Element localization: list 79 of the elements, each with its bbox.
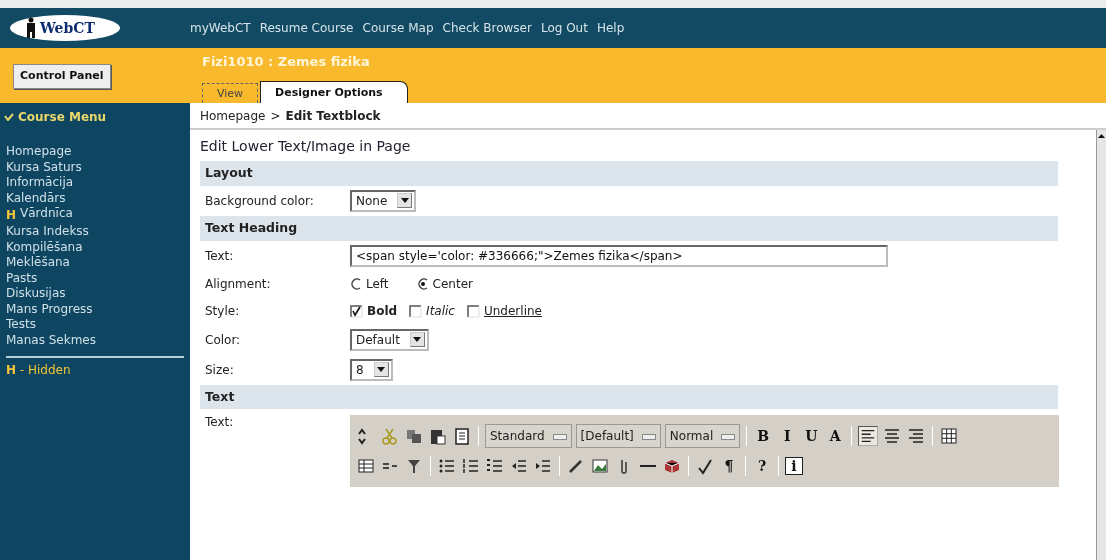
- dropdown[interactable]: 8: [350, 358, 393, 381]
- sidebar-item[interactable]: Kursa Indekss: [6, 224, 184, 240]
- dropdown-handle-icon: [552, 433, 567, 440]
- field-label: Size:: [205, 361, 235, 379]
- dropdown[interactable]: None: [350, 189, 417, 212]
- field-label: Style:: [205, 303, 241, 320]
- logo-text: WebCT: [40, 18, 95, 38]
- dropdown[interactable]: Default: [350, 328, 429, 351]
- toolbar-button[interactable]: I: [777, 425, 798, 447]
- tab[interactable]: View: [202, 82, 259, 103]
- nav-link[interactable]: Log Out: [540, 19, 588, 37]
- toolbar-button[interactable]: U: [801, 425, 822, 447]
- breadcrumb-link[interactable]: Homepage: [200, 106, 266, 125]
- field-label: Text:: [205, 247, 235, 265]
- document-icon[interactable]: [452, 426, 472, 447]
- dropdown-handle-icon: [721, 433, 736, 440]
- hidden-marker: H: [6, 207, 17, 224]
- text-input[interactable]: <span style='color: #336666;">Zemes fizika</span>: [350, 244, 888, 267]
- radio-label: Left: [366, 276, 389, 293]
- breadcrumb-separator: >: [270, 107, 281, 125]
- sidebar-item[interactable]: Kursa Saturs: [6, 159, 184, 175]
- check-icon: [4, 112, 14, 121]
- sidebar-item[interactable]: Mans Progress: [6, 301, 184, 317]
- field-label: Alignment:: [205, 276, 272, 293]
- control-panel-button[interactable]: Control Panel: [13, 64, 111, 89]
- toolbar-button[interactable]: B: [753, 425, 774, 447]
- logo[interactable]: WebCT: [10, 15, 120, 41]
- sidebar-item[interactable]: Tests: [6, 317, 184, 333]
- toolbar-button[interactable]: ¶: [719, 455, 739, 477]
- scrollbar[interactable]: [1096, 130, 1106, 560]
- course-menu-label: Course Menu: [18, 108, 107, 126]
- hidden-legend: H - Hidden: [6, 363, 71, 377]
- sidebar-item[interactable]: Meklēšana: [6, 255, 184, 271]
- sidebar-item[interactable]: Manas Sekmes: [6, 332, 184, 348]
- toolbar-button[interactable]: A: [825, 425, 846, 447]
- dropdown-handle-icon: [641, 433, 656, 440]
- info-button[interactable]: i: [785, 457, 803, 476]
- table-icon[interactable]: [939, 426, 960, 447]
- sidebar-item[interactable]: Kompilēšana: [6, 239, 184, 255]
- caret-icon: [400, 198, 409, 204]
- sidebar-item[interactable]: Pasts: [6, 270, 184, 286]
- checkbox-label: Bold: [367, 303, 398, 320]
- toolbar-button[interactable]: ?: [752, 455, 772, 477]
- section-heading: Layout: [200, 161, 1058, 186]
- field-label: Text:: [205, 414, 235, 432]
- nav-link[interactable]: myWebCT: [190, 19, 251, 37]
- course-title: Fizi1010 : Zemes fizika: [202, 53, 371, 71]
- toolbar-dropdown[interactable]: [Default]: [575, 424, 661, 449]
- sidebar-item[interactable]: Homepage: [6, 144, 184, 160]
- checkbox-label: Underline: [483, 303, 542, 320]
- tab[interactable]: Designer Options: [260, 80, 408, 103]
- checkbox[interactable]: [466, 304, 480, 318]
- figure-icon: [24, 17, 38, 39]
- radio-button[interactable]: [350, 278, 362, 290]
- radio-label: Center: [432, 276, 473, 293]
- breadcrumb-current: Edit Textblock: [285, 107, 381, 125]
- sidebar-item[interactable]: Kalendārs: [6, 190, 184, 206]
- field-label: Background color:: [205, 192, 315, 210]
- scroll-up-icon[interactable]: [1097, 132, 1106, 140]
- sidebar-item[interactable]: Vārdnīca: [20, 206, 73, 224]
- sidebar-item[interactable]: Diskusijas: [6, 286, 184, 302]
- nav-link[interactable]: Resume Course: [259, 19, 354, 37]
- section-heading: Text: [200, 384, 1058, 410]
- radio-button[interactable]: [416, 278, 429, 290]
- checkbox[interactable]: [409, 304, 423, 318]
- section-heading: Text Heading: [200, 215, 1058, 241]
- checkbox[interactable]: [350, 304, 363, 318]
- toolbar-dropdown[interactable]: Normal: [664, 424, 741, 449]
- caret-icon: [377, 367, 386, 372]
- caret-icon: [413, 337, 422, 342]
- page-title: Edit Lower Text/Image in Page: [200, 137, 412, 156]
- checkbox-label: Italic: [426, 303, 455, 320]
- align-left-icon[interactable]: [858, 426, 879, 447]
- nav-link[interactable]: Help: [596, 19, 625, 37]
- field-label: Color:: [205, 331, 242, 349]
- nav-link[interactable]: Course Map: [362, 19, 434, 37]
- toolbar-dropdown[interactable]: Standard: [485, 424, 572, 449]
- sidebar-item[interactable]: Informācija: [6, 175, 184, 191]
- nav-link[interactable]: Check Browser: [442, 19, 532, 37]
